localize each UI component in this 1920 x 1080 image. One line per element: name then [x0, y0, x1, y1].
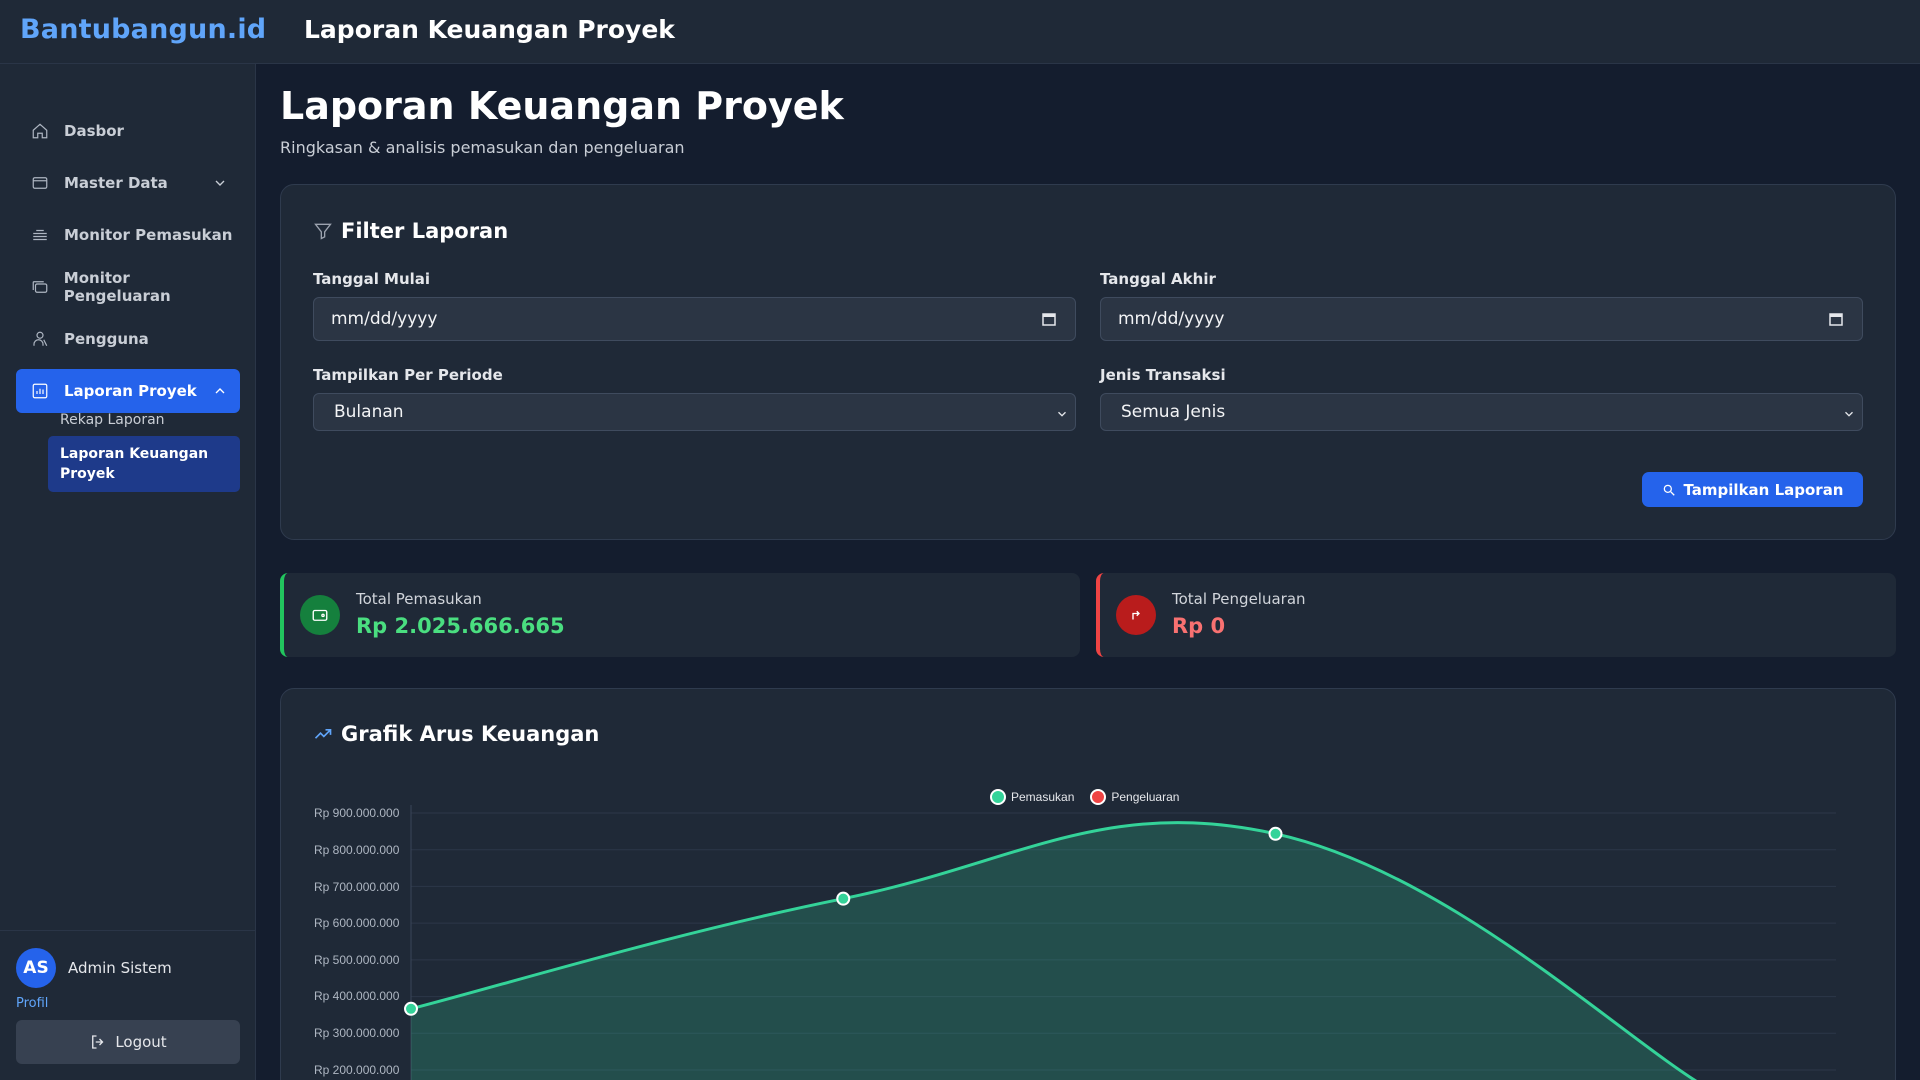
y-tick-label: Rp 300.000.000	[314, 1026, 400, 1040]
y-tick-label: Rp 200.000.000	[314, 1063, 400, 1077]
page-subtitle: Ringkasan & analisis pemasukan dan penge…	[280, 138, 685, 157]
report-icon	[30, 381, 50, 401]
header-title: Laporan Keuangan Proyek	[304, 15, 675, 44]
y-tick-label: Rp 600.000.000	[314, 916, 400, 930]
chart-legend: Pemasukan Pengeluaran	[990, 789, 1195, 805]
legend-item-pemasukan[interactable]: Pemasukan	[990, 789, 1074, 805]
legend-swatch	[1090, 789, 1107, 805]
end-date-input[interactable]: mm/dd/yyyy	[1100, 297, 1863, 341]
wallet-icon	[300, 595, 340, 635]
expense-value: Rp 0	[1172, 614, 1226, 638]
start-date-input[interactable]: mm/dd/yyyy	[313, 297, 1076, 341]
home-icon	[30, 121, 50, 141]
y-tick-label: Rp 800.000.000	[314, 843, 400, 857]
chevron-up-icon[interactable]	[212, 383, 228, 399]
sidebar-item-label: Monitor Pengeluaran	[63, 269, 171, 305]
calendar-icon[interactable]	[1041, 311, 1057, 327]
sidebar-item-label: Master Data	[64, 174, 168, 192]
sidebar: Dasbor Master Data Monitor Pemasukan Mon…	[0, 64, 256, 1080]
chevron-down-icon	[1842, 406, 1856, 420]
sidebar-item-pengguna[interactable]: Pengguna	[16, 317, 240, 361]
start-date-value: mm/dd/yyyy	[331, 309, 438, 329]
sidebar-item-dasbor[interactable]: Dasbor	[16, 109, 240, 153]
users-icon	[30, 329, 50, 349]
logout-label: Logout	[115, 1033, 167, 1051]
period-label: Tampilkan Per Periode	[313, 366, 503, 384]
legend-item-pengeluaran[interactable]: Pengeluaran	[1090, 789, 1179, 805]
legend-label: Pemasukan	[1011, 790, 1075, 804]
sidebar-subitem-rekap-laporan[interactable]: Rekap Laporan	[48, 402, 240, 438]
sidebar-item-label: Monitor Pemasukan	[64, 226, 233, 244]
chevron-down-icon	[1055, 406, 1069, 420]
avatar[interactable]: AS	[16, 948, 56, 988]
income-label: Total Pemasukan	[356, 590, 482, 608]
user-name: Admin Sistem	[68, 959, 172, 977]
sidebar-divider	[0, 930, 256, 931]
sidebar-item-label: Dasbor	[64, 122, 124, 140]
logout-button[interactable]: Logout	[16, 1020, 240, 1064]
period-select[interactable]: Bulanan	[313, 393, 1076, 431]
expense-stat-card: Total Pengeluaran Rp 0	[1096, 573, 1896, 657]
top-bar: Bantubangun.id Laporan Keuangan Proyek	[0, 0, 1920, 64]
expense-label: Total Pengeluaran	[1172, 590, 1306, 608]
brand-logo[interactable]: Bantubangun.id	[20, 14, 266, 45]
legend-label: Pengeluaran	[1111, 790, 1180, 804]
profile-link[interactable]: Profil	[16, 996, 48, 1011]
transaction-type-value: Semua Jenis	[1121, 402, 1226, 422]
transaction-type-select[interactable]: Semua Jenis	[1100, 393, 1863, 431]
income-value: Rp 2.025.666.665	[356, 614, 565, 638]
end-date-value: mm/dd/yyyy	[1118, 309, 1225, 329]
end-date-label: Tanggal Akhir	[1100, 270, 1216, 288]
sidebar-subitem-laporan-keuangan-proyek[interactable]: Laporan Keuangan Proyek	[48, 436, 240, 492]
income-icon	[30, 225, 50, 245]
y-tick-label: Rp 500.000.000	[314, 953, 400, 967]
y-tick-label: Rp 900.000.000	[314, 806, 400, 820]
chevron-down-icon[interactable]	[212, 175, 228, 191]
sidebar-item-master-data[interactable]: Master Data	[16, 161, 240, 205]
y-tick-label: Rp 700.000.000	[314, 880, 400, 894]
logout-icon	[92, 1035, 104, 1049]
sidebar-item-label: Pengguna	[64, 330, 149, 348]
expense-icon	[30, 277, 50, 297]
y-tick-label: Rp 400.000.000	[314, 989, 400, 1003]
filter-title-text: Filter Laporan	[341, 219, 509, 243]
chart-card	[280, 688, 1896, 1080]
show-report-button[interactable]: Tampilkan Laporan	[1642, 472, 1863, 507]
transaction-type-label: Jenis Transaksi	[1100, 366, 1226, 384]
start-date-label: Tanggal Mulai	[313, 270, 431, 288]
expense-arrow-icon	[1116, 595, 1156, 635]
folder-icon	[30, 173, 50, 193]
legend-swatch	[990, 789, 1006, 805]
income-stat-card: Total Pemasukan Rp 2.025.666.665	[280, 573, 1080, 657]
filter-title: Filter Laporan	[313, 219, 508, 243]
page-title: Laporan Keuangan Proyek	[280, 84, 844, 128]
chart-title-text: Grafik Arus Keuangan	[341, 722, 600, 746]
trend-up-icon	[314, 729, 332, 739]
sidebar-item-monitor-pemasukan[interactable]: Monitor Pemasukan	[16, 213, 240, 257]
filter-icon	[314, 223, 332, 240]
show-report-label: Tampilkan Laporan	[1683, 480, 1844, 499]
sidebar-item-label: Laporan Proyek	[64, 382, 197, 400]
chart-title: Grafik Arus Keuangan	[313, 722, 599, 746]
search-icon	[1663, 484, 1675, 496]
calendar-icon[interactable]	[1828, 311, 1844, 327]
period-value: Bulanan	[334, 402, 404, 422]
sidebar-item-monitor-pengeluaran[interactable]: Monitor Pengeluaran	[16, 265, 240, 309]
